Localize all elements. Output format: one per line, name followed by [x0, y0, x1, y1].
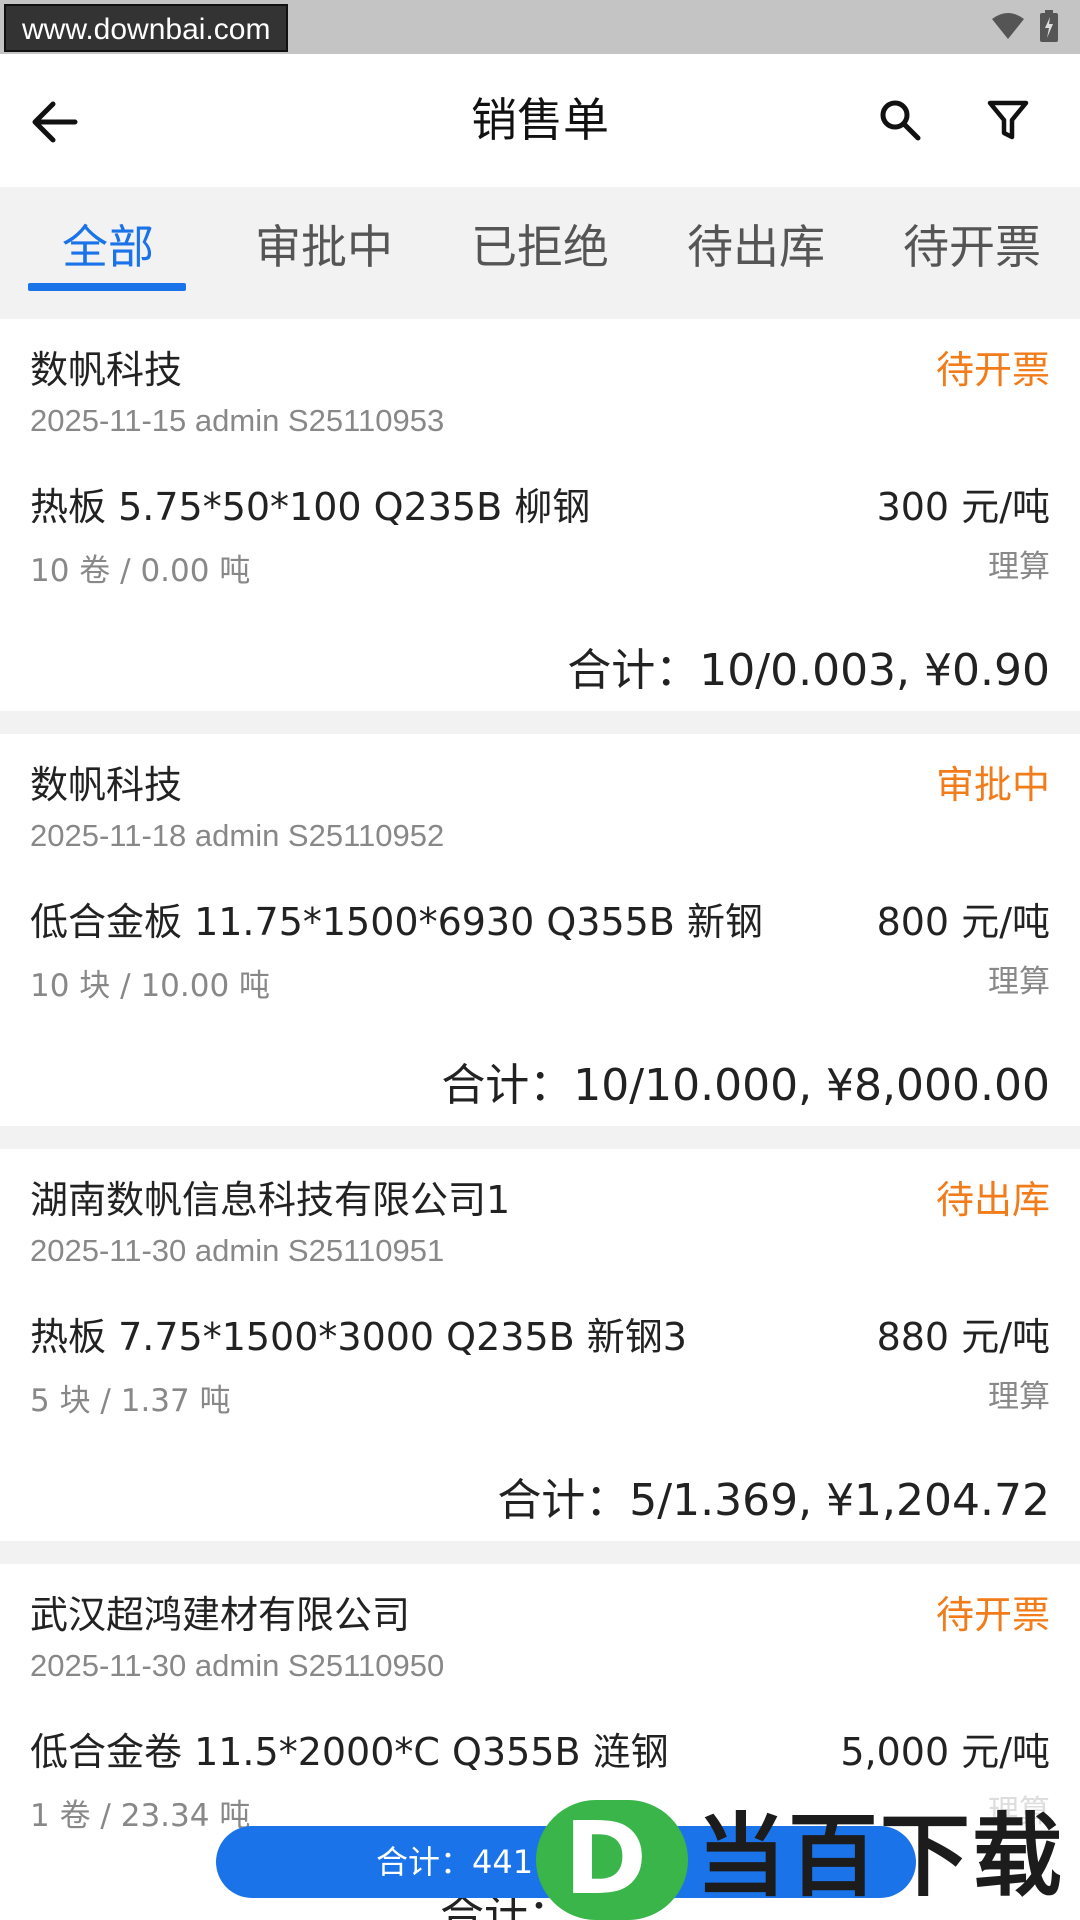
filter-icon	[987, 100, 1029, 140]
order-meta: 2025-11-18 admin S25110952	[30, 818, 445, 853]
status-badge: 待开票	[935, 1593, 1050, 1637]
search-button[interactable]	[874, 94, 926, 146]
customer-name: 数帆科技	[30, 763, 183, 807]
order-card[interactable]: 数帆科技 待开票 2025-11-15 admin S25110953 热板 5…	[0, 319, 1080, 711]
order-total: 合计：10/0.003, ¥0.90	[567, 645, 1050, 696]
calc-method: 理算	[988, 549, 1050, 585]
order-meta: 2025-11-30 admin S25110951	[30, 1233, 445, 1268]
product-name: 低合金卷 11.5*2000*C Q355B 涟钢	[30, 1730, 669, 1774]
status-badge: 审批中	[935, 763, 1050, 807]
back-button[interactable]	[26, 94, 82, 150]
status-bar: www.downbai.com	[0, 0, 1080, 54]
quantity: 10 卷 / 0.00 吨	[30, 553, 251, 589]
site-logo-watermark: D 当百下载	[536, 1800, 1080, 1920]
order-meta: 2025-11-30 admin S25110950	[30, 1648, 445, 1683]
search-icon	[880, 100, 921, 141]
unit-price: 300 元/吨	[876, 485, 1050, 529]
customer-name: 武汉超鸿建材有限公司	[30, 1593, 411, 1637]
battery-icon	[1040, 10, 1058, 42]
tab-rejected[interactable]: 已拒绝	[440, 187, 640, 319]
order-card[interactable]: 数帆科技 审批中 2025-11-18 admin S25110952 低合金板…	[0, 734, 1080, 1126]
sales-order-screen: www.downbai.com 销售单 全部 审批中 已拒绝 待出库 待开票 数…	[0, 0, 1080, 1920]
unit-price: 5,000 元/吨	[840, 1730, 1050, 1774]
unit-price: 800 元/吨	[876, 900, 1050, 944]
watermark-url: www.downbai.com	[4, 4, 289, 52]
product-name: 热板 7.75*1500*3000 Q235B 新钢3	[30, 1315, 687, 1359]
tab-pending-invoice[interactable]: 待开票	[872, 187, 1072, 319]
quantity: 5 块 / 1.37 吨	[30, 1383, 231, 1419]
calc-method: 理算	[988, 1379, 1050, 1415]
product-name: 低合金板 11.75*1500*6930 Q355B 新钢	[30, 900, 763, 944]
customer-name: 湖南数帆信息科技有限公司1	[30, 1178, 511, 1222]
tab-active-indicator	[28, 283, 186, 291]
tab-pending-outbound[interactable]: 待出库	[656, 187, 856, 319]
product-name: 热板 5.75*50*100 Q235B 柳钢	[30, 485, 591, 529]
order-total: 合计：10/10.000, ¥8,000.00	[441, 1060, 1050, 1111]
filter-button[interactable]	[982, 94, 1034, 146]
tab-approving[interactable]: 审批中	[224, 187, 424, 319]
calc-method: 理算	[988, 964, 1050, 1000]
app-bar: 销售单	[0, 54, 1080, 187]
order-meta: 2025-11-15 admin S25110953	[30, 403, 445, 438]
customer-name: 数帆科技	[30, 348, 183, 392]
logo-letter: D	[564, 1800, 648, 1917]
order-total: 合计：5/1.369, ¥1,204.72	[497, 1475, 1050, 1526]
quantity: 10 块 / 10.00 吨	[30, 968, 271, 1004]
status-badge: 待出库	[935, 1178, 1050, 1222]
status-badge: 待开票	[935, 348, 1050, 392]
wifi-icon	[990, 11, 1026, 41]
tab-bar: 全部 审批中 已拒绝 待出库 待开票	[0, 187, 1080, 319]
unit-price: 880 元/吨	[876, 1315, 1050, 1359]
logo-badge: D	[536, 1800, 688, 1920]
quantity: 1 卷 / 23.34 吨	[30, 1798, 251, 1834]
summary-text: 合计：441	[376, 1843, 534, 1881]
tab-all[interactable]: 全部	[8, 187, 208, 319]
logo-text: 当百下载	[696, 1804, 1064, 1909]
order-card[interactable]: 湖南数帆信息科技有限公司1 待出库 2025-11-30 admin S2511…	[0, 1149, 1080, 1541]
arrow-left-icon	[32, 101, 78, 143]
status-icons	[990, 10, 1058, 42]
